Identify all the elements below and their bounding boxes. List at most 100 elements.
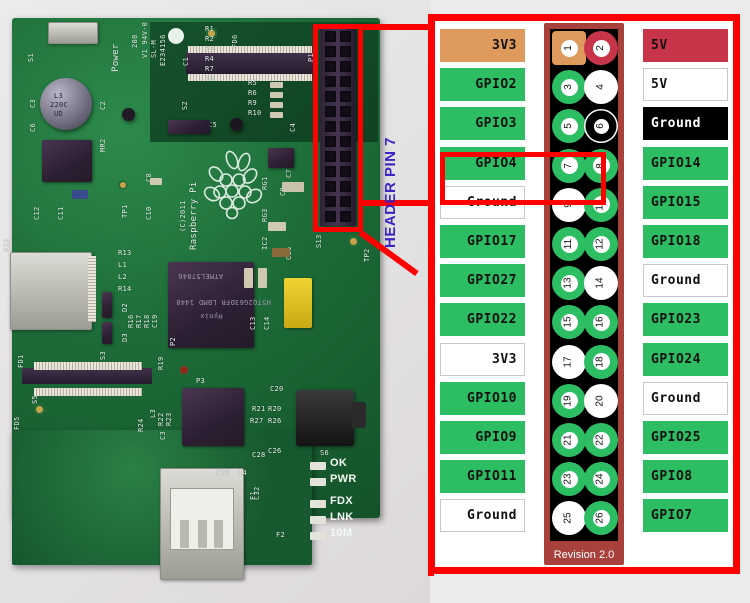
- silk-c26: C26: [268, 447, 282, 455]
- gpio-pin-inner: 20: [592, 392, 610, 410]
- revision-label: Revision 2.0: [553, 549, 615, 561]
- silk-c32: C32: [253, 486, 261, 500]
- pin-label-right-4[interactable]: 5V: [643, 68, 728, 102]
- gpio-pin-24[interactable]: 24: [584, 462, 618, 497]
- gpio-pin-inner: 3: [560, 78, 578, 96]
- pin-label-right-16[interactable]: GPIO23: [643, 303, 728, 337]
- silk-l3: L3: [54, 92, 64, 100]
- led-10m: [310, 532, 326, 540]
- silk-r24: R24: [137, 418, 145, 432]
- silk-copyright: (C)2011: [179, 200, 187, 232]
- silk-part-code: 208: [131, 34, 139, 48]
- silk-l2: L2: [118, 273, 128, 281]
- gpio-pin-11[interactable]: 11: [552, 227, 586, 261]
- pin-label-left-17[interactable]: 3V3: [440, 342, 525, 376]
- silk-c20: C20: [270, 385, 284, 393]
- pin-label-left-21[interactable]: GPIO9: [440, 421, 525, 454]
- silk-c19: C19: [151, 314, 159, 328]
- smd-r10: [270, 112, 283, 118]
- silk-f2: F2: [276, 531, 286, 539]
- pin-label-left-3[interactable]: GPIO2: [440, 68, 525, 102]
- pin-label-left-15[interactable]: GPIO22: [440, 303, 525, 337]
- usb-contact-3: [214, 520, 223, 548]
- gpio-pin-2[interactable]: 2: [584, 31, 618, 65]
- gpio-pin-number: 19: [563, 395, 574, 407]
- gpio-pin-inner: 15: [560, 313, 578, 331]
- gpio-pin-16[interactable]: 16: [584, 305, 618, 340]
- gpio-pin-20[interactable]: 20: [584, 383, 618, 418]
- gpio-pin-13[interactable]: 13: [552, 266, 586, 301]
- pin-label-left-5[interactable]: GPIO3: [440, 107, 525, 141]
- led-label-pwr: PWR: [330, 473, 357, 485]
- pin-label-left-13[interactable]: GPIO27: [440, 264, 525, 298]
- gpio-pin-inner: 24: [592, 470, 610, 488]
- pin-label-left-23[interactable]: GPIO11: [440, 460, 525, 494]
- silk-r5: R5: [248, 79, 258, 87]
- silk-s3: S3: [99, 350, 107, 360]
- gpio-pin-4[interactable]: 4: [584, 70, 618, 105]
- silk-raspberry-pi: Raspberry Pi: [189, 181, 199, 250]
- gpio-pin-inner: 25: [560, 509, 578, 527]
- gpio-pin-3[interactable]: 3: [552, 70, 586, 105]
- raspberry-pi-logo: [203, 150, 263, 220]
- pin-label-left-1[interactable]: 3V3: [440, 29, 525, 62]
- silk-c12: C12: [33, 206, 41, 220]
- audio-jack: [296, 390, 354, 446]
- silk-p2: P2: [169, 336, 177, 346]
- pin-label-right-10[interactable]: GPIO15: [643, 185, 728, 219]
- gpio-pin-number: 11: [562, 238, 574, 250]
- silk-r26: R26: [268, 417, 282, 425]
- pin-label-left-19[interactable]: GPIO10: [440, 381, 525, 415]
- connector-body-black: 1 2 3 4 5 6 7 8 9 10 11 12 13 14 15 16 17 18 19 20 21 22 23 24 2…: [550, 29, 618, 541]
- pin-label-left-11[interactable]: GPIO17: [440, 225, 525, 258]
- pin-label-right-2[interactable]: 5V: [643, 29, 728, 62]
- silk-l4: L4: [238, 469, 248, 477]
- pin-label-right-12[interactable]: GPIO18: [643, 225, 728, 258]
- silk-sl-m: SL-M: [150, 39, 158, 58]
- gpio-pin-25[interactable]: 25: [552, 501, 586, 536]
- silk-r4: R4: [205, 55, 215, 63]
- pin-label-right-22[interactable]: GPIO25: [643, 421, 728, 454]
- gpio-pin-number: 4: [595, 84, 606, 90]
- gpio-pin-14[interactable]: 14: [584, 266, 618, 301]
- silk-220c: 220C: [50, 101, 69, 109]
- silk-rg3: RG3: [261, 208, 269, 222]
- gpio-pin-17[interactable]: 17: [552, 344, 586, 379]
- pin-label-right-26[interactable]: GPIO7: [643, 499, 728, 533]
- gpio-pin-26[interactable]: 26: [584, 501, 618, 536]
- gpio-pin-22[interactable]: 22: [584, 423, 618, 457]
- gpio-pin-number: 15: [563, 316, 574, 328]
- silk-c3: C3: [29, 98, 37, 108]
- pin-label-right-14[interactable]: Ground: [643, 264, 728, 298]
- pin-label-right-24[interactable]: GPIO8: [643, 460, 728, 494]
- pin-label-left-25[interactable]: Ground: [440, 499, 525, 533]
- silk-c2: C2: [99, 100, 107, 110]
- gpio-pin-21[interactable]: 21: [552, 423, 586, 457]
- gpio-pin-number: 5: [563, 123, 574, 130]
- gpio-pin-number: 6: [595, 123, 606, 130]
- silk-r14: R14: [118, 285, 132, 293]
- silk-c3b: C3: [159, 430, 167, 440]
- pin-label-right-20[interactable]: Ground: [643, 381, 728, 415]
- pin-label-right-6[interactable]: Ground: [643, 107, 728, 141]
- pin7-gpio4-highlight-box: [440, 152, 606, 205]
- silk-power: Power: [111, 43, 121, 72]
- gpio-pin-6[interactable]: 6: [584, 109, 618, 144]
- gpio-pin-number: 24: [595, 473, 606, 485]
- gpio-pin-12[interactable]: 12: [584, 227, 618, 261]
- callout-line-top: [360, 24, 435, 30]
- silk-r1: R1: [205, 25, 215, 33]
- smd-r6: [270, 92, 283, 98]
- gpio-pin-number: 18: [595, 356, 606, 368]
- gpio-pin-inner: 4: [592, 78, 610, 96]
- silk-ud: UD: [54, 110, 64, 118]
- gpio-pin-1[interactable]: 1: [552, 31, 586, 65]
- gpio-pin-5[interactable]: 5: [552, 109, 586, 144]
- pin-label-right-18[interactable]: GPIO24: [643, 342, 728, 376]
- diode-d3: [102, 322, 112, 344]
- pin-label-right-8[interactable]: GPIO14: [643, 146, 728, 180]
- gpio-pin-23[interactable]: 23: [552, 462, 586, 497]
- gpio-pin-19[interactable]: 19: [552, 383, 586, 418]
- gpio-pin-15[interactable]: 15: [552, 305, 586, 340]
- gpio-pin-18[interactable]: 18: [584, 344, 618, 379]
